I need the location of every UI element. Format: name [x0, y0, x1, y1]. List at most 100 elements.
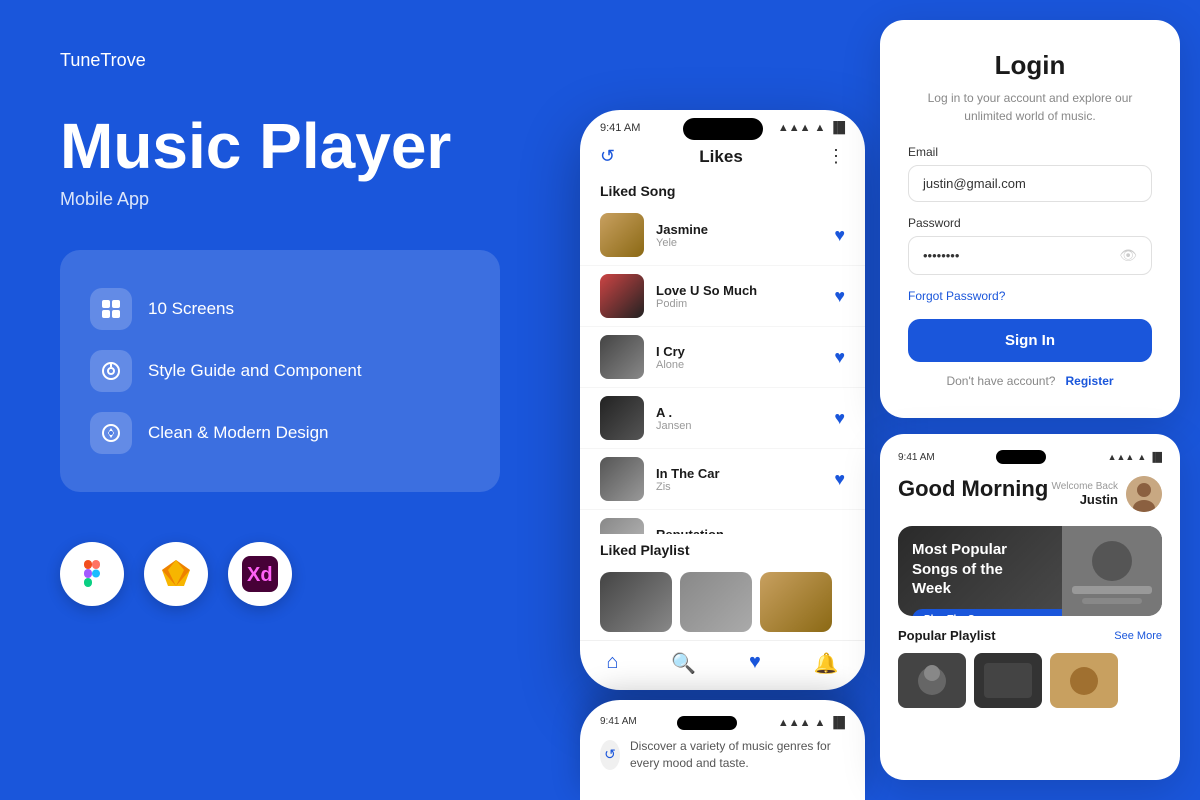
phone-likes-mockup: 9:41 AM ▲▲▲ ▲ ▐█ ↺ Likes ⋮ Liked Song Ja… [580, 110, 865, 690]
song-thumb-incar [600, 457, 644, 501]
song-thumb-jasmine [600, 213, 644, 257]
liked-song-title: Liked Song [580, 175, 865, 205]
song-item-a: A . Jansen ♥ [580, 388, 865, 449]
welcome-back-text: Welcome Back [1051, 481, 1118, 492]
playlist-thumb-2 [680, 572, 752, 632]
left-panel: TuneTrove Music Player Mobile App 10 Scr… [0, 0, 560, 800]
login-title: Login [908, 50, 1152, 81]
feature-design: Clean & Modern Design [90, 402, 470, 464]
password-label: Password [908, 216, 1152, 230]
song-name-love: Love U So Much [656, 283, 822, 298]
no-account-text: Don't have account? [946, 374, 1055, 388]
song-artist-incar: Zis [656, 481, 822, 493]
mini-playlist-3 [1050, 653, 1118, 708]
popular-title: Popular Playlist [898, 628, 996, 643]
password-input[interactable]: •••••••• 👁 [908, 236, 1152, 275]
email-value: justin@gmail.com [923, 176, 1026, 191]
register-prompt: Don't have account? Register [908, 374, 1152, 388]
liked-playlist-title: Liked Playlist [600, 542, 845, 564]
heart-jasmine[interactable]: ♥ [834, 225, 845, 246]
song-name-incar: In The Car [656, 466, 822, 481]
song-item-incar: In The Car Zis ♥ [580, 449, 865, 510]
morning-header: Good Morning Welcome Back Justin [898, 476, 1162, 512]
features-card: 10 Screens Style Guide and Component C [60, 250, 500, 492]
heart-incar[interactable]: ♥ [834, 469, 845, 490]
user-block: Welcome Back Justin [1051, 476, 1162, 512]
design-icon [90, 412, 132, 454]
bottom-battery: ▐█ [829, 717, 845, 729]
song-info-reputation: Reputation Scott [656, 527, 822, 535]
song-artist-a: Jansen [656, 420, 822, 432]
more-icon[interactable]: ⋮ [827, 146, 845, 167]
bottom-status-bar: 9:41 AM ▲▲▲ ▲ ▐█ [600, 716, 845, 730]
hero-section: Music Player Mobile App [60, 111, 500, 250]
likes-title: Likes [699, 147, 742, 167]
morning-status-icons: ▲▲▲ ▲ ▐█ [1108, 452, 1162, 462]
email-input[interactable]: justin@gmail.com [908, 165, 1152, 202]
song-item-reputation: Reputation Scott ♥ [580, 510, 865, 534]
song-item-icry: I Cry Alone ♥ [580, 327, 865, 388]
song-thumb-rep [600, 518, 644, 534]
phone-bottom-mockup: 9:41 AM ▲▲▲ ▲ ▐█ ↺ Discover a variety of… [580, 700, 865, 800]
bottom-back-btn[interactable]: ↺ [600, 740, 620, 770]
song-info-jasmine: Jasmine Yele [656, 222, 822, 249]
wifi-icon: ▲ [815, 122, 826, 134]
style-icon [90, 350, 132, 392]
see-more-link[interactable]: See More [1114, 630, 1162, 642]
feature-style-label: Style Guide and Component [148, 361, 362, 381]
morning-wifi: ▲ [1137, 452, 1146, 462]
sign-in-button[interactable]: Sign In [908, 319, 1152, 362]
bottom-status-icons: ▲▲▲ ▲ ▐█ [778, 716, 845, 730]
song-thumb-icry [600, 335, 644, 379]
mini-playlist-1 [898, 653, 966, 708]
playlist-row [600, 572, 845, 632]
nav-search-icon[interactable]: 🔍 [671, 651, 696, 676]
forgot-password-link[interactable]: Forgot Password? [908, 289, 1152, 303]
sketch-icon [144, 542, 208, 606]
bottom-discover: ↺ Discover a variety of music genres for… [600, 738, 845, 772]
song-list: Jasmine Yele ♥ Love U So Much Podim ♥ I … [580, 205, 865, 534]
feature-design-label: Clean & Modern Design [148, 423, 328, 443]
back-icon[interactable]: ↺ [600, 146, 615, 167]
eye-icon[interactable]: 👁 [1119, 247, 1137, 264]
bottom-signal: ▲▲▲ [778, 717, 811, 729]
user-avatar [1126, 476, 1162, 512]
figma-icon [60, 542, 124, 606]
song-name-icry: I Cry [656, 344, 822, 359]
login-subtitle: Log in to your account and explore our u… [908, 89, 1152, 125]
playlist-section: Liked Playlist [580, 534, 865, 640]
feature-style: Style Guide and Component [90, 340, 470, 402]
battery-icon: ▐█ [829, 122, 845, 134]
morning-island [996, 450, 1046, 464]
right-panel: 9:41 AM ▲▲▲ ▲ ▐█ ↺ Likes ⋮ Liked Song Ja… [560, 0, 1200, 800]
nav-bell-icon[interactable]: 🔔 [814, 651, 839, 676]
feature-screens: 10 Screens [90, 278, 470, 340]
heart-a[interactable]: ♥ [834, 408, 845, 429]
login-card: Login Log in to your account and explore… [880, 20, 1180, 418]
mini-playlist-row [898, 653, 1162, 708]
morning-greeting: Good Morning [898, 476, 1048, 502]
email-label: Email [908, 145, 1152, 159]
svg-text:Xd: Xd [247, 564, 273, 586]
heart-icry[interactable]: ♥ [834, 347, 845, 368]
feature-screens-label: 10 Screens [148, 299, 234, 319]
banner-title: Most Popular Songs of the Week [912, 540, 1032, 599]
bottom-island [677, 716, 737, 730]
register-link[interactable]: Register [1066, 374, 1114, 388]
signal-icon: ▲▲▲ [778, 122, 811, 134]
phone-header: ↺ Likes ⋮ [580, 138, 865, 175]
song-name-a: A . [656, 405, 822, 420]
mini-playlist-2 [974, 653, 1042, 708]
song-name-jasmine: Jasmine [656, 222, 822, 237]
song-info-icry: I Cry Alone [656, 344, 822, 371]
song-artist-jasmine: Yele [656, 237, 822, 249]
greeting-block: Good Morning [898, 476, 1048, 502]
song-item-love: Love U So Much Podim ♥ [580, 266, 865, 327]
playlist-thumb-3 [760, 572, 832, 632]
welcome-block: Welcome Back Justin [1051, 481, 1118, 507]
song-item-jasmine: Jasmine Yele ♥ [580, 205, 865, 266]
nav-heart-icon[interactable]: ♥ [749, 651, 761, 676]
heart-love[interactable]: ♥ [834, 286, 845, 307]
nav-home-icon[interactable]: ⌂ [606, 651, 618, 676]
song-thumb-a [600, 396, 644, 440]
